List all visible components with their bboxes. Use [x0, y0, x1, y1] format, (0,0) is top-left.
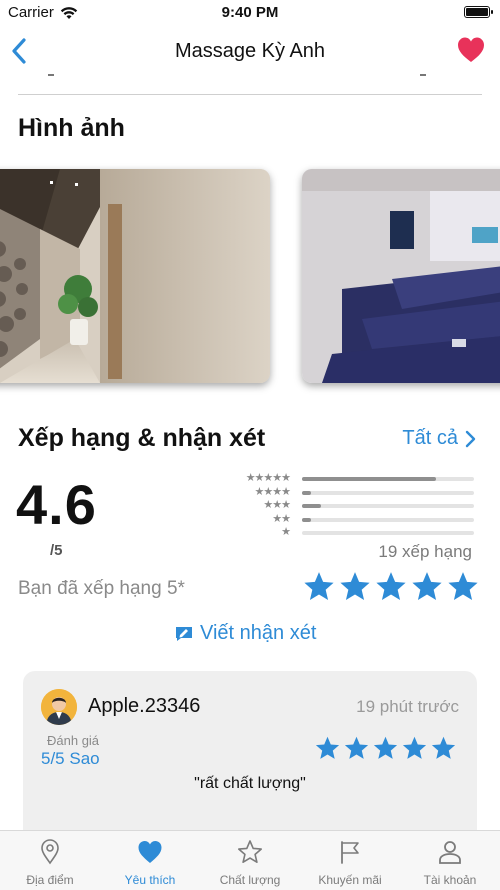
write-review-button[interactable]: Viết nhận xét	[175, 622, 316, 645]
star-icon	[238, 840, 262, 863]
tab-locations[interactable]: Địa điểm	[0, 831, 100, 890]
tab-label: Yêu thích	[124, 873, 176, 887]
distribution-row-1: ★	[222, 526, 474, 539]
favorite-heart-icon[interactable]	[456, 36, 486, 64]
distribution-row-5: ★★★★★	[222, 472, 474, 485]
avatar	[41, 689, 77, 725]
review-time: 19 phút trước	[356, 697, 459, 716]
tab-label: Khuyến mãi	[318, 873, 382, 887]
star-icon[interactable]	[302, 570, 336, 604]
distribution-row-3: ★★★	[222, 499, 474, 512]
detail-content[interactable]: Hình ảnh Xếp hạng & nhận xét Tất cả 4.6 …	[0, 74, 500, 830]
write-review-label: Viết nhận xét	[200, 622, 317, 644]
page-title: Massage Kỳ Anh	[174, 40, 326, 62]
distribution-row-2: ★★	[222, 513, 474, 526]
distribution-bar-fill	[302, 477, 437, 481]
distribution-bar	[302, 504, 474, 508]
your-rating-stars[interactable]	[302, 570, 480, 604]
compose-icon	[176, 626, 192, 641]
battery-icon	[464, 6, 493, 18]
nav-bar: Massage Kỳ Anh	[0, 28, 500, 74]
review-score-label: Đánh giá	[47, 733, 100, 748]
tab-promotions[interactable]: Khuyến mãi	[300, 831, 400, 890]
chevron-right-icon[interactable]	[464, 430, 476, 448]
tab-favorites[interactable]: Yêu thích	[100, 831, 200, 890]
flag-icon	[341, 841, 359, 864]
tab-account[interactable]: Tài khoản	[400, 831, 500, 890]
mini-star-icons: ★	[281, 526, 291, 538]
distribution-bar	[302, 490, 474, 495]
distribution-bar-fill	[302, 517, 311, 522]
gallery-photo-hallway[interactable]	[0, 169, 270, 383]
rating-distribution: ★★★★★ ★★★★ ★★★ ★★ ★	[222, 472, 474, 540]
tab-label: Tài khoản	[423, 873, 477, 887]
star-icon[interactable]	[374, 570, 408, 604]
distribution-bar	[302, 477, 474, 481]
review-card: Apple.23346 19 phút trước Đánh giá 5/5 S…	[23, 671, 477, 830]
ratings-section-title: Xếp hạng & nhận xét	[18, 424, 266, 452]
distribution-bar	[302, 517, 474, 522]
distribution-bar-fill	[302, 490, 311, 495]
divider	[18, 94, 482, 95]
review-stars	[314, 735, 457, 762]
mini-star-icons: ★★★★★	[245, 472, 291, 484]
average-rating: 4.6	[16, 473, 97, 536]
rating-count: 19 xếp hạng	[378, 542, 472, 561]
star-icon[interactable]	[338, 570, 372, 604]
status-bar: Carrier 9:40 PM	[0, 0, 500, 24]
review-username: Apple.23346	[88, 695, 201, 717]
star-icon	[344, 736, 369, 759]
mini-star-icons: ★★★★	[254, 485, 291, 498]
star-icon	[315, 736, 340, 759]
rating-out-of: /5	[50, 542, 63, 559]
star-icon	[431, 736, 456, 759]
review-text: "rất chất lượng"	[194, 775, 306, 792]
gallery-photo-lounge[interactable]	[302, 169, 500, 383]
location-pin-icon	[41, 839, 59, 865]
previous-section-edge	[0, 74, 500, 84]
images-section-title: Hình ảnh	[18, 114, 125, 142]
star-icon	[373, 736, 398, 759]
tab-label: Địa điểm	[26, 873, 74, 887]
star-icon[interactable]	[446, 570, 480, 604]
tab-bar: Địa điểm Yêu thích Chất lượng Khuyến mãi…	[0, 830, 500, 890]
review-score: 5/5 Sao	[41, 749, 100, 768]
person-icon	[439, 841, 461, 864]
distribution-row-4: ★★★★	[222, 486, 474, 499]
mini-star-icons: ★★	[272, 512, 291, 525]
tab-quality[interactable]: Chất lượng	[200, 831, 300, 890]
tab-label: Chất lượng	[219, 873, 281, 887]
status-time: 9:40 PM	[221, 4, 279, 21]
star-icon	[402, 736, 427, 759]
see-all-link[interactable]: Tất cả	[402, 427, 458, 450]
star-icon[interactable]	[410, 570, 444, 604]
your-rating-label: Bạn đã xếp hạng 5*	[18, 578, 185, 599]
heart-icon	[138, 841, 162, 863]
distribution-bar-fill	[302, 504, 321, 508]
distribution-bar	[302, 531, 474, 535]
mini-star-icons: ★★★	[263, 499, 291, 511]
